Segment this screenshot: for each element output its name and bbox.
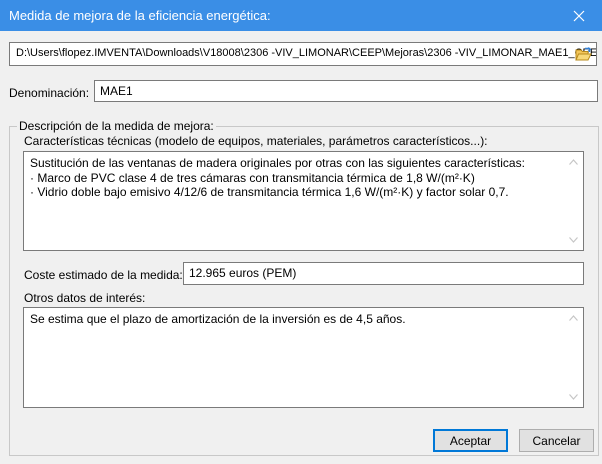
cancel-button[interactable]: Cancelar <box>519 429 594 452</box>
folder-browse-icon <box>574 46 592 60</box>
close-icon <box>573 10 585 21</box>
scroll-up-icon[interactable] <box>569 159 578 165</box>
scroll-down-icon[interactable] <box>569 237 578 243</box>
dialog-body: D:\Users\flopez.IMVENTA\Downloads\V18008… <box>1 31 601 463</box>
coste-value: 12.965 euros (PEM) <box>189 266 297 280</box>
otros-textarea[interactable]: Se estima que el plazo de amortización d… <box>23 307 584 408</box>
otros-scrollbar[interactable] <box>565 309 582 406</box>
scroll-down-icon[interactable] <box>569 394 578 400</box>
denominacion-input[interactable]: MAE1 <box>94 80 598 102</box>
title-bar: Medida de mejora de la eficiencia energé… <box>0 0 602 31</box>
file-path-text: D:\Users\flopez.IMVENTA\Downloads\V18008… <box>16 47 597 59</box>
window-title: Medida de mejora de la eficiencia energé… <box>9 8 271 23</box>
otros-line: Se estima que el plazo de amortización d… <box>30 312 406 326</box>
file-path-field[interactable]: D:\Users\flopez.IMVENTA\Downloads\V18008… <box>9 42 597 66</box>
group-legend: Descripción de la medida de mejora: <box>17 119 216 133</box>
coste-input[interactable]: 12.965 euros (PEM) <box>183 262 584 285</box>
close-button[interactable] <box>556 0 602 31</box>
scroll-up-icon[interactable] <box>569 315 578 321</box>
caracteristicas-line: · Vidrio doble bajo emisivo 4/12/6 de tr… <box>30 185 509 199</box>
caracteristicas-textarea[interactable]: Sustitución de las ventanas de madera or… <box>23 151 584 251</box>
caracteristicas-scrollbar[interactable] <box>565 153 582 249</box>
coste-label: Coste estimado de la medida: <box>24 268 183 282</box>
caracteristicas-label: Características técnicas (modelo de equi… <box>24 134 488 148</box>
accept-button[interactable]: Aceptar <box>433 429 508 452</box>
denominacion-label: Denominación: <box>9 86 90 100</box>
denominacion-value: MAE1 <box>100 84 133 98</box>
caracteristicas-line: · Marco de PVC clase 4 de tres cámaras c… <box>30 170 475 185</box>
browse-button[interactable] <box>573 44 593 64</box>
caracteristicas-line: Sustitución de las ventanas de madera or… <box>30 156 525 170</box>
otros-label: Otros datos de interés: <box>24 291 146 305</box>
